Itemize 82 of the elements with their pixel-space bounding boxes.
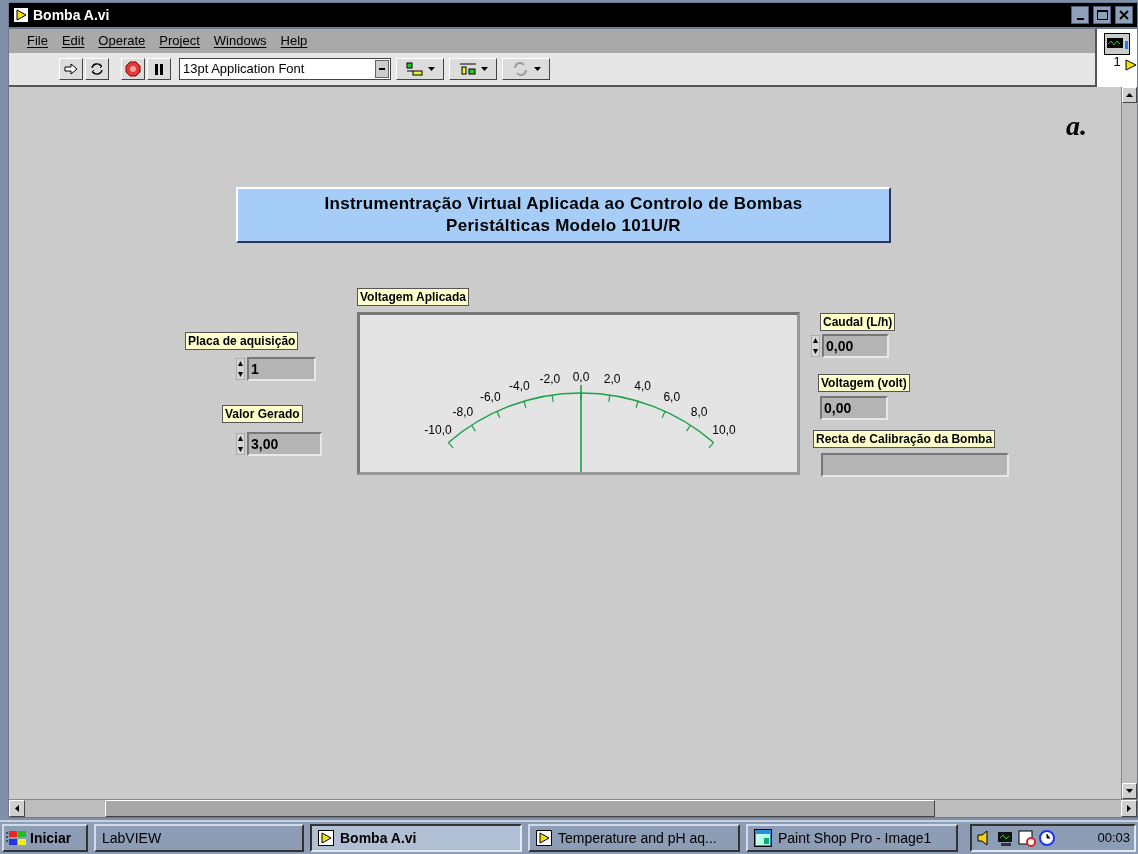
spinner-arrows-icon[interactable] (236, 358, 245, 380)
taskbar-button[interactable]: Bomba A.vi (310, 824, 522, 852)
run-continuously-button[interactable] (85, 58, 109, 80)
meter-scale-label: 6,0 (663, 390, 681, 403)
meter-scale-label: -4,0 (509, 379, 530, 392)
window-title: Bomba A.vi (33, 5, 110, 25)
numeric-control-field[interactable]: 0,00 (822, 334, 889, 358)
menu-item[interactable]: Edit (61, 31, 85, 51)
reorder-icon (511, 62, 530, 76)
vi-icon (536, 830, 552, 846)
pause-button[interactable] (147, 58, 171, 80)
toolbar-dropdown-button[interactable] (396, 58, 444, 80)
close-button[interactable] (1115, 6, 1133, 24)
abort-button[interactable] (121, 58, 145, 80)
vi-icon (318, 830, 334, 846)
scroll-down-button[interactable] (1122, 783, 1137, 799)
right-arrow-icon (1127, 805, 1131, 812)
clock: 00:03 (1097, 829, 1130, 848)
scroll-up-button[interactable] (1122, 87, 1137, 103)
meter-scale-label: 8,0 (690, 405, 708, 418)
control-label: Valor Gerado (222, 405, 303, 423)
meter-scale-label: -2,0 (539, 373, 561, 386)
clock-icon[interactable] (1039, 829, 1057, 847)
control-label: Voltagem (volt) (818, 374, 910, 392)
minimize-button[interactable] (1071, 6, 1089, 24)
heading-line: Peristálticas Modelo 101U/R (446, 215, 681, 237)
heading-line: Instrumentração Virtual Aplicada ao Controlo de Bombas (324, 193, 803, 215)
arrow-right-icon (64, 63, 78, 75)
numeric-control-field[interactable]: 1 (247, 357, 316, 381)
caret-icon (427, 67, 435, 71)
toolbar-dropdown-button[interactable] (449, 58, 497, 80)
vertical-scrollbar[interactable] (1121, 87, 1137, 799)
scroll-left-button[interactable] (9, 800, 25, 817)
menu-item[interactable]: File (27, 31, 48, 51)
taskbar-button[interactable]: LabVIEW (94, 824, 304, 852)
control-label: Placa de aquisição (185, 332, 299, 350)
numeric-control-field[interactable]: 3,00 (247, 432, 322, 456)
meter-scale-label: -6,0 (479, 390, 501, 403)
menu-item[interactable]: Project (159, 31, 200, 51)
taskbar-button[interactable]: Paint Shop Pro - Image1 (746, 824, 958, 852)
meter-scale-label: 0,0 (572, 371, 590, 383)
menu-item[interactable]: Windows (213, 31, 267, 51)
meter-scale-label: -8,0 (452, 405, 474, 418)
start-button[interactable]: Iniciar (2, 824, 88, 852)
caret-icon (480, 67, 488, 71)
monitor-icon[interactable] (997, 829, 1015, 847)
spinner-arrows-icon[interactable] (811, 335, 820, 357)
horizontal-scrollbar[interactable] (9, 799, 1137, 817)
caret-icon (533, 67, 541, 71)
font-dropdown[interactable]: 13pt Application Font (179, 58, 391, 80)
vi-arrow-icon (1125, 59, 1137, 71)
paint-program-icon (754, 829, 772, 847)
stop-icon (125, 61, 141, 77)
up-arrow-icon (1126, 93, 1133, 97)
corner-label: a. (1066, 109, 1087, 143)
calendar-icon[interactable] (1018, 829, 1036, 847)
left-arrow-icon (15, 805, 19, 812)
down-arrow-icon (1126, 789, 1133, 793)
vi-icon (13, 7, 29, 23)
taskbar-button[interactable]: Temperature and pH aq... (528, 824, 740, 852)
menu-item[interactable]: Operate (98, 31, 146, 51)
indicator-field: 0,00 (820, 396, 888, 420)
menu-item[interactable]: Help (280, 31, 308, 51)
meter-label: Voltagem Aplicada (357, 288, 470, 306)
windows-logo-icon (6, 830, 28, 846)
meter-scale-label: 10,0 (712, 424, 736, 437)
spinner-arrows-icon[interactable] (236, 433, 245, 455)
scroll-right-button[interactable] (1121, 800, 1137, 817)
scroll-thumb[interactable] (105, 800, 935, 817)
control-label: Recta de Calibração da Bomba (813, 430, 996, 448)
align-icon (405, 62, 424, 76)
maximize-button[interactable] (1093, 6, 1111, 24)
control-label: Caudal (L/h) (820, 313, 896, 331)
distribute-icon (458, 62, 477, 76)
close-icon (1119, 10, 1129, 20)
meter-scale-label: 4,0 (634, 379, 651, 392)
circular-arrows-icon (89, 62, 105, 76)
meter-scale-label: 2,0 (603, 373, 621, 386)
run-button[interactable] (59, 58, 83, 80)
connector-pane-number: 1 (1113, 55, 1121, 68)
oscilloscope-icon (1104, 33, 1130, 55)
meter-scale-label: -10,0 (424, 424, 452, 437)
